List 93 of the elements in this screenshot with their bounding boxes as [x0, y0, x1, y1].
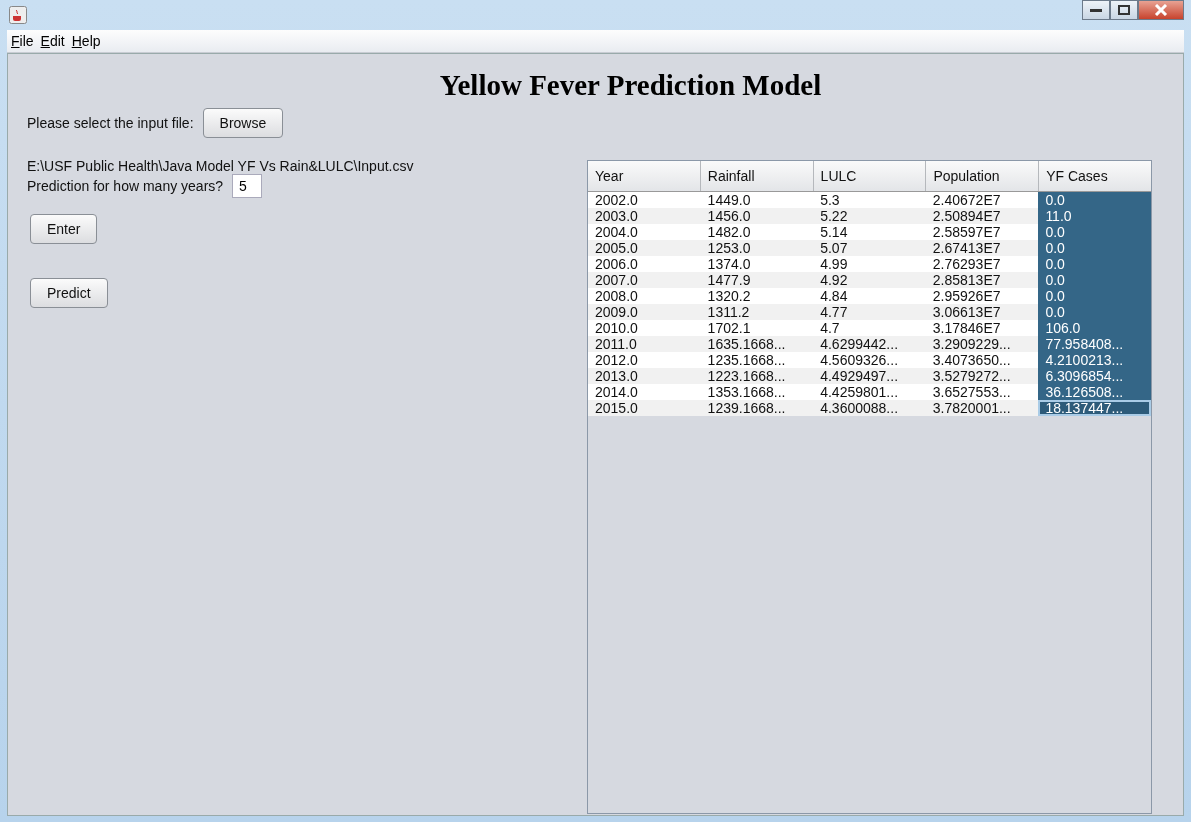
table-cell-text: 1482.0 — [706, 224, 752, 240]
table-cell-text: 2004.0 — [594, 224, 639, 240]
table-cell-text: 1456.0 — [706, 208, 752, 224]
table-cell-text: 1702.1 — [706, 320, 752, 336]
table-cell-text: 3.5279272... — [931, 368, 1012, 384]
table-cell-text: 1223.1668... — [706, 368, 787, 384]
table-cell-text: 5.22 — [819, 208, 849, 224]
table-cell-text: 1477.9 — [706, 272, 752, 288]
table-cell-text: 1635.1668... — [706, 336, 787, 352]
table-cell-text: 4.92 — [819, 272, 849, 288]
table-cell-text: 3.17846E7 — [931, 320, 1002, 336]
column-header[interactable]: YF Cases — [1039, 161, 1151, 191]
table-cell-text: 3.6527553... — [931, 384, 1012, 400]
table-cell: 0.0 — [1038, 224, 1151, 240]
table-cell-text: 1239.1668... — [706, 400, 787, 416]
years-prompt: Prediction for how many years? — [27, 178, 224, 194]
table-cell-text: 4.84 — [819, 288, 849, 304]
table-cell-text: 2.50894E7 — [931, 208, 1002, 224]
column-header[interactable]: LULC — [813, 161, 927, 191]
table-cell-text: 3.06613E7 — [931, 304, 1002, 320]
table-cell-text: 2010.0 — [594, 320, 639, 336]
table-cell: 0.0 — [1038, 240, 1151, 256]
table-cell: 77.958408... — [1038, 336, 1151, 352]
table-cell-text: 2.67413E7 — [931, 240, 1002, 256]
table-cell-text: 4.7 — [819, 320, 841, 336]
table-cell-text: 2.85813E7 — [931, 272, 1002, 288]
table-cell: 4.2100213... — [1038, 352, 1151, 368]
close-button[interactable] — [1138, 0, 1184, 20]
table-cell: 0.0 — [1038, 192, 1151, 208]
table-cell-text: 4.5609326... — [819, 352, 900, 368]
table-cell-text: 3.4073650... — [931, 352, 1012, 368]
minimize-icon — [1090, 7, 1102, 13]
table-cell-text: 4.77 — [819, 304, 849, 320]
file-prompt: Please select the input file: — [27, 115, 194, 131]
action-button[interactable]: Enter — [30, 214, 98, 244]
table-cell: 18.137447... — [1038, 400, 1151, 416]
table-cell-text: 2013.0 — [594, 368, 639, 384]
table-cell-text: 2014.0 — [594, 384, 639, 400]
table-cell-text: 4.3600088... — [819, 400, 900, 416]
table-cell-text: 3.2909229... — [931, 336, 1012, 352]
close-icon — [1154, 4, 1168, 16]
table-cell-text: 1353.1668... — [706, 384, 787, 400]
app-title: Yellow Fever Prediction Model — [438, 68, 823, 102]
column-header[interactable]: Year — [588, 161, 701, 191]
table-cell: 0.0 — [1038, 272, 1151, 288]
column-header[interactable]: Rainfall — [700, 161, 814, 191]
table-cell: 0.0 — [1038, 288, 1151, 304]
table-cell-text: 2.58597E7 — [931, 224, 1002, 240]
table-cell-text: 2006.0 — [594, 256, 639, 272]
table-cell-text: 3.7820001... — [931, 400, 1012, 416]
table-cell-text: 1449.0 — [706, 192, 752, 208]
table-cell-text: 2009.0 — [594, 304, 639, 320]
table-cell-text: 1311.2 — [706, 304, 751, 320]
table-cell: 0.0 — [1038, 304, 1151, 320]
table-cell-text: 2.95926E7 — [931, 288, 1002, 304]
menu-item[interactable]: File — [11, 33, 34, 49]
years-field[interactable]: 5 — [232, 174, 263, 198]
action-button[interactable]: Predict — [30, 278, 108, 308]
menu-item[interactable]: Help — [71, 33, 101, 49]
column-header[interactable]: Population — [926, 161, 1040, 191]
table-cell-text: 2002.0 — [594, 192, 639, 208]
menu-item[interactable]: Edit — [40, 33, 65, 49]
table-cell-text: 2015.0 — [594, 400, 639, 416]
table-cell-text: 1320.2 — [706, 288, 752, 304]
table-cell-text: 4.99 — [819, 256, 849, 272]
maximize-icon — [1118, 5, 1130, 15]
table-cell: 6.3096854... — [1038, 368, 1151, 384]
table-cell-text: 4.6299442... — [819, 336, 900, 352]
table-cell-text: 5.3 — [819, 192, 841, 208]
table-cell-text: 4.4929497... — [819, 368, 900, 384]
table-cell-text: 2005.0 — [594, 240, 639, 256]
table-cell-text: 2.40672E7 — [931, 192, 1002, 208]
coffee-cup-icon — [9, 6, 27, 24]
minimize-button[interactable] — [1082, 0, 1110, 20]
table-cell-text: 2.76293E7 — [931, 256, 1002, 272]
table-cell-text: 2003.0 — [594, 208, 639, 224]
table-cell-text: 2012.0 — [594, 352, 639, 368]
file-path: E:\USF Public Health\Java Model YF Vs Rain&LULC\Input.csv — [27, 158, 414, 174]
table-cell-text: 2008.0 — [594, 288, 639, 304]
table-cell-text: 4.4259801... — [819, 384, 900, 400]
table-cell-text: 2011.0 — [594, 336, 638, 352]
table-cell-text: 1253.0 — [706, 240, 752, 256]
table-cell: 106.0 — [1038, 320, 1151, 336]
table-cell-text: 1235.1668... — [706, 352, 787, 368]
table-cell: 0.0 — [1038, 256, 1151, 272]
table-cell-text: 5.07 — [819, 240, 849, 256]
table-cell-text: 1374.0 — [706, 256, 752, 272]
maximize-button[interactable] — [1110, 0, 1138, 20]
browse-button[interactable]: Browse — [202, 108, 284, 138]
table-cell: 36.126508... — [1038, 384, 1151, 400]
table-cell-text: 2007.0 — [594, 272, 639, 288]
table-cell: 11.0 — [1038, 208, 1151, 224]
table-cell-text: 5.14 — [819, 224, 849, 240]
